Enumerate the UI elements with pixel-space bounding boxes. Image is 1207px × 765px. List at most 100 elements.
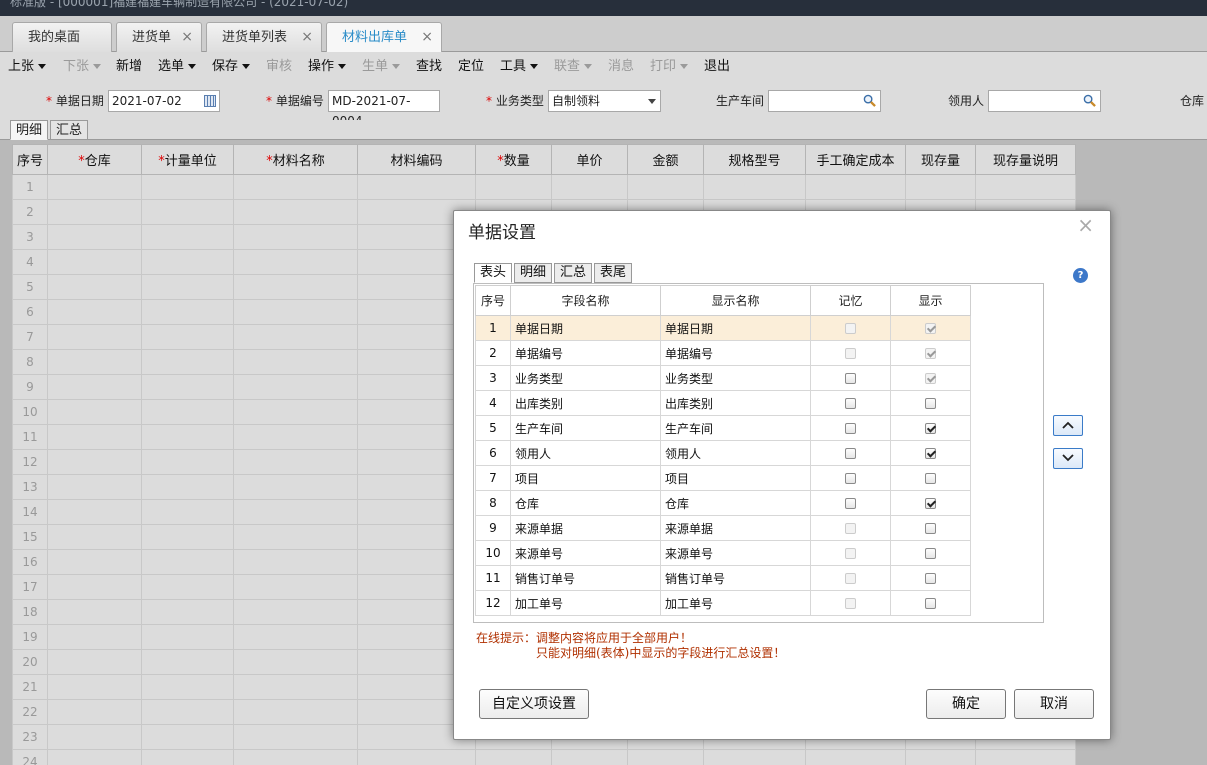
grid-column-header[interactable]: 规格型号 — [703, 144, 806, 175]
display-name[interactable]: 项目 — [660, 465, 811, 491]
settings-row[interactable]: 11 销售订单号 销售订单号 — [475, 565, 971, 591]
grid-cell[interactable] — [141, 699, 234, 725]
grid-cell[interactable] — [233, 349, 358, 375]
grid-column-header[interactable]: *数量 — [475, 144, 552, 175]
grid-cell[interactable] — [141, 524, 234, 550]
grid-cell[interactable] — [703, 174, 806, 200]
display-name[interactable]: 出库类别 — [660, 390, 811, 416]
grid-cell[interactable] — [47, 499, 142, 525]
close-icon[interactable]: × — [1077, 213, 1094, 237]
date-field[interactable]: 2021-07-02 — [108, 90, 220, 112]
grid-column-header[interactable]: *材料名称 — [233, 144, 358, 175]
grid-cell[interactable] — [233, 449, 358, 475]
biztype-select[interactable]: 自制领料 — [548, 90, 661, 112]
display-name[interactable]: 仓库 — [660, 490, 811, 516]
toolbar-new-button[interactable]: 新增 — [116, 52, 142, 82]
toolbar-audit-button[interactable]: 审核 — [266, 52, 292, 82]
grid-cell[interactable] — [233, 174, 358, 200]
grid-cell[interactable] — [141, 374, 234, 400]
custom-items-button[interactable]: 自定义项设置 — [479, 689, 589, 719]
workshop-field[interactable] — [768, 90, 881, 112]
grid-cell[interactable] — [141, 349, 234, 375]
grid-column-header[interactable]: 单价 — [551, 144, 628, 175]
settings-row[interactable]: 8 仓库 仓库 — [475, 490, 971, 516]
calendar-icon[interactable] — [204, 95, 216, 107]
grid-cell[interactable] — [805, 749, 906, 765]
grid-cell[interactable] — [47, 249, 142, 275]
grid-cell[interactable] — [141, 399, 234, 425]
tab-detail-fields[interactable]: 明细 — [514, 263, 553, 283]
grid-cell[interactable] — [141, 199, 234, 225]
grid-cell[interactable] — [141, 724, 234, 750]
show-checkbox[interactable] — [925, 573, 936, 584]
grid-cell[interactable] — [233, 649, 358, 675]
grid-cell[interactable] — [47, 199, 142, 225]
grid-cell[interactable] — [141, 324, 234, 350]
grid-cell[interactable] — [47, 424, 142, 450]
grid-cell[interactable] — [47, 374, 142, 400]
tab-purchase-receipt[interactable]: 进货单 × — [116, 22, 202, 52]
display-name[interactable]: 领用人 — [660, 440, 811, 466]
memory-checkbox[interactable] — [845, 423, 856, 434]
show-checkbox[interactable] — [925, 598, 936, 609]
grid-column-header[interactable]: 现存量 — [905, 144, 976, 175]
memory-checkbox[interactable] — [845, 498, 856, 509]
grid-column-header[interactable]: 现存量说明 — [975, 144, 1076, 175]
tab-material-issue[interactable]: 材料出库单 × — [326, 22, 442, 53]
display-name[interactable]: 来源单号 — [660, 540, 811, 566]
display-name[interactable]: 来源单据 — [660, 515, 811, 541]
grid-cell[interactable] — [141, 649, 234, 675]
toolbar-message-button[interactable]: 消息 — [608, 52, 634, 82]
grid-cell[interactable] — [975, 174, 1076, 200]
tab-desktop[interactable]: 我的桌面 — [12, 22, 112, 52]
grid-cell[interactable] — [905, 174, 976, 200]
show-checkbox[interactable] — [925, 548, 936, 559]
move-down-button[interactable] — [1053, 448, 1083, 469]
settings-row[interactable]: 2 单据编号 单据编号 — [475, 340, 971, 366]
close-icon[interactable]: × — [421, 23, 433, 52]
tab-detail[interactable]: 明细 — [10, 120, 49, 140]
ok-button[interactable]: 确定 — [926, 689, 1006, 719]
grid-cell[interactable] — [233, 249, 358, 275]
grid-cell[interactable] — [141, 174, 234, 200]
grid-cell[interactable] — [47, 749, 142, 765]
grid-cell[interactable] — [141, 449, 234, 475]
grid-row[interactable]: 24 — [12, 749, 1076, 765]
grid-cell[interactable] — [141, 749, 234, 765]
grid-cell[interactable] — [47, 699, 142, 725]
number-field[interactable]: MD-2021-07-0004 — [328, 90, 440, 128]
grid-cell[interactable] — [47, 449, 142, 475]
grid-cell[interactable] — [47, 349, 142, 375]
tab-summary-fields[interactable]: 汇总 — [554, 263, 593, 283]
grid-cell[interactable] — [141, 624, 234, 650]
grid-cell[interactable] — [233, 474, 358, 500]
receiver-field[interactable] — [988, 90, 1101, 112]
grid-cell[interactable] — [47, 524, 142, 550]
show-checkbox[interactable] — [925, 423, 936, 434]
settings-row[interactable]: 6 领用人 领用人 — [475, 440, 971, 466]
memory-checkbox[interactable] — [845, 473, 856, 484]
grid-cell[interactable] — [141, 299, 234, 325]
toolbar-locate-button[interactable]: 定位 — [458, 52, 484, 82]
grid-cell[interactable] — [233, 699, 358, 725]
settings-row[interactable]: 4 出库类别 出库类别 — [475, 390, 971, 416]
show-checkbox[interactable] — [925, 473, 936, 484]
toolbar-print-button[interactable]: 打印 — [650, 52, 689, 82]
grid-cell[interactable] — [475, 749, 552, 765]
grid-column-header[interactable]: 序号 — [12, 144, 48, 175]
grid-cell[interactable] — [975, 749, 1076, 765]
grid-cell[interactable] — [233, 749, 358, 765]
grid-cell[interactable] — [141, 549, 234, 575]
toolbar-next-button[interactable]: 下张 — [63, 52, 102, 82]
grid-cell[interactable] — [551, 749, 628, 765]
grid-cell[interactable] — [141, 599, 234, 625]
grid-cell[interactable] — [233, 624, 358, 650]
grid-cell[interactable] — [233, 499, 358, 525]
tab-summary[interactable]: 汇总 — [50, 120, 89, 140]
tab-footer-fields[interactable]: 表尾 — [594, 263, 633, 283]
display-name[interactable]: 生产车间 — [660, 415, 811, 441]
grid-cell[interactable] — [47, 324, 142, 350]
grid-cell[interactable] — [141, 424, 234, 450]
memory-checkbox[interactable] — [845, 398, 856, 409]
grid-cell[interactable] — [141, 224, 234, 250]
